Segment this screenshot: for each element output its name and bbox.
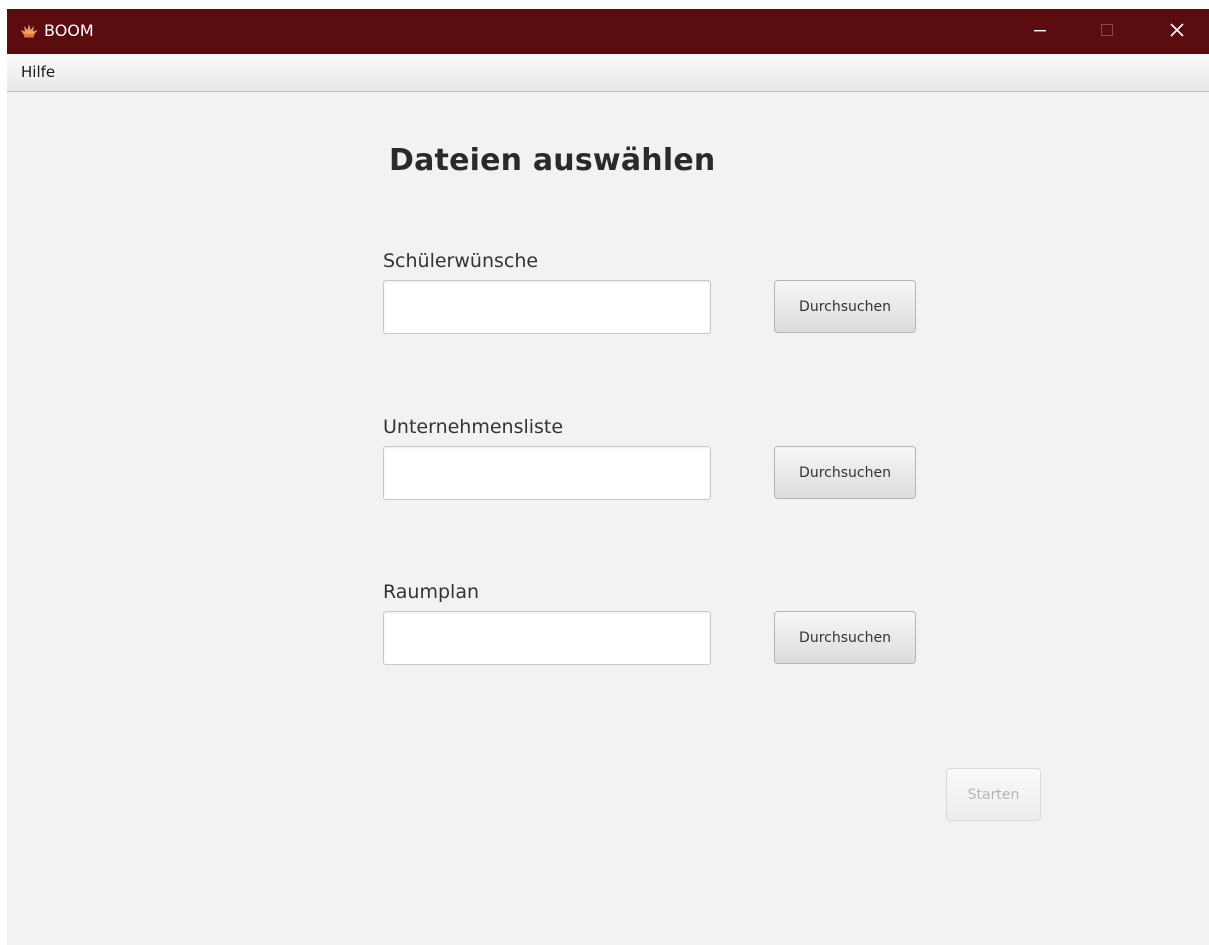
window-title: BOOM [44,21,94,40]
menu-item-hilfe[interactable]: Hilfe [21,63,55,82]
label-schuelerwuensche: Schülerwünsche [383,250,539,272]
title-bar[interactable]: BOOM [7,9,1209,54]
maximize-button[interactable] [1077,9,1137,54]
browse-unternehmensliste-button[interactable]: Durchsuchen [774,446,916,499]
maximize-icon [1100,22,1114,41]
label-raumplan: Raumplan [383,581,480,603]
start-button[interactable]: Starten [946,768,1041,821]
minimize-icon [1033,22,1047,41]
unternehmensliste-input[interactable] [383,446,711,500]
browse-raumplan-button[interactable]: Durchsuchen [774,611,916,664]
raumplan-input[interactable] [383,611,711,665]
menu-bar: Hilfe [7,54,1209,92]
main-content: Dateien auswählen Schülerwünsche Durchsu… [7,92,1209,945]
schuelerwuensche-input[interactable] [383,280,711,334]
close-button[interactable] [1147,9,1207,54]
browse-schuelerwuensche-button[interactable]: Durchsuchen [774,280,916,333]
label-unternehmensliste: Unternehmensliste [383,416,564,438]
app-window: BOOM Hilfe Dateien auswählen Schülerwüns… [7,9,1209,945]
flame-icon [20,23,38,39]
close-icon [1169,22,1185,42]
page-title: Dateien auswählen [389,143,716,178]
minimize-button[interactable] [1010,9,1070,54]
